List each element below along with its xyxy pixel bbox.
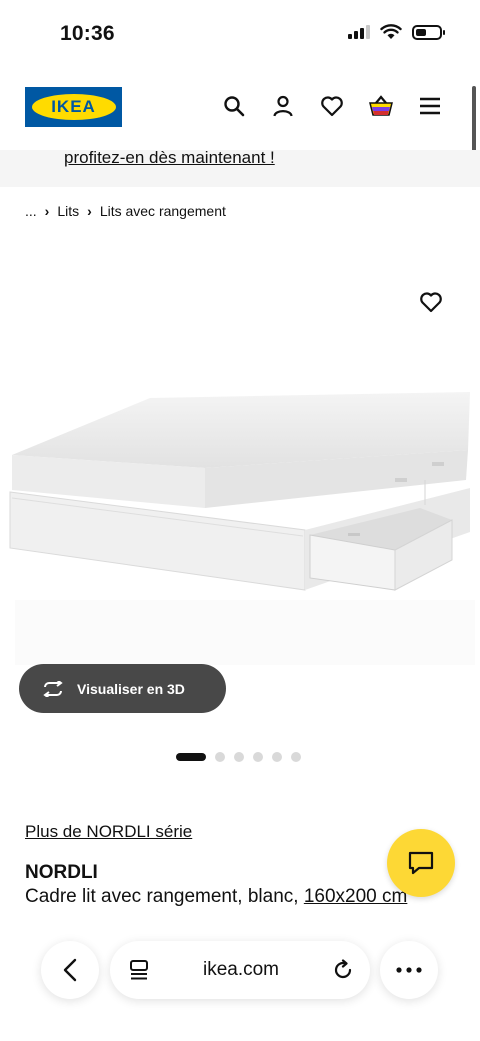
breadcrumb-item-lits[interactable]: Lits <box>57 203 79 219</box>
logo-text: IKEA <box>51 97 96 116</box>
chat-icon <box>408 851 434 875</box>
status-icons <box>348 24 445 40</box>
heart-icon[interactable] <box>318 92 346 120</box>
tabs-icon[interactable] <box>128 959 150 981</box>
carousel-dot[interactable] <box>215 752 225 762</box>
product-image[interactable] <box>0 370 480 670</box>
carousel-dot[interactable] <box>234 752 244 762</box>
url-text[interactable]: ikea.com <box>203 959 279 981</box>
more-icon <box>396 967 422 973</box>
carousel-dots <box>176 752 301 762</box>
visualize-3d-label: Visualiser en 3D <box>77 680 185 697</box>
carousel-dot[interactable] <box>253 752 263 762</box>
wifi-icon <box>380 24 402 39</box>
chevron-right-icon: › <box>44 203 50 219</box>
ikea-logo[interactable]: IKEA <box>25 87 122 127</box>
basket-icon[interactable] <box>367 92 395 120</box>
product-name: NORDLI <box>25 862 98 883</box>
series-link[interactable]: Plus de NORDLI série <box>25 822 192 842</box>
product-size-link[interactable]: 160x200 cm <box>304 886 408 907</box>
breadcrumb: ... › Lits › Lits avec rangement <box>25 203 226 219</box>
chat-button[interactable] <box>387 829 455 897</box>
carousel-dot[interactable] <box>291 752 301 762</box>
breadcrumb-ellipsis[interactable]: ... <box>25 203 37 219</box>
account-icon[interactable] <box>269 92 297 120</box>
promo-banner: profitez-en dès maintenant ! <box>0 148 480 187</box>
promo-link[interactable]: profitez-en dès maintenant ! <box>64 148 275 168</box>
reload-icon[interactable] <box>332 959 354 981</box>
address-bar[interactable]: ikea.com <box>110 941 370 999</box>
status-time: 10:36 <box>60 22 115 45</box>
back-icon <box>63 958 77 982</box>
carousel-dot[interactable] <box>272 752 282 762</box>
favorite-button[interactable] <box>416 288 446 316</box>
rotate-3d-icon <box>43 680 63 697</box>
carousel-dot[interactable] <box>176 753 206 761</box>
battery-icon <box>412 24 445 40</box>
back-button[interactable] <box>41 941 99 999</box>
menu-icon[interactable] <box>416 92 444 120</box>
signal-icon <box>348 25 370 39</box>
site-header: IKEA <box>0 80 480 140</box>
breadcrumb-item-lits-avec-rangement[interactable]: Lits avec rangement <box>100 203 226 219</box>
header-icons <box>220 92 444 120</box>
product-description-text: Cadre lit avec rangement, blanc, <box>25 886 299 907</box>
search-icon[interactable] <box>220 92 248 120</box>
visualize-3d-button[interactable]: Visualiser en 3D <box>19 664 226 713</box>
more-button[interactable] <box>380 941 438 999</box>
status-bar: 10:36 <box>0 0 480 70</box>
product-description: Cadre lit avec rangement, blanc, 160x200… <box>25 886 407 908</box>
heart-icon <box>420 292 442 313</box>
chevron-right-icon: › <box>87 203 92 219</box>
